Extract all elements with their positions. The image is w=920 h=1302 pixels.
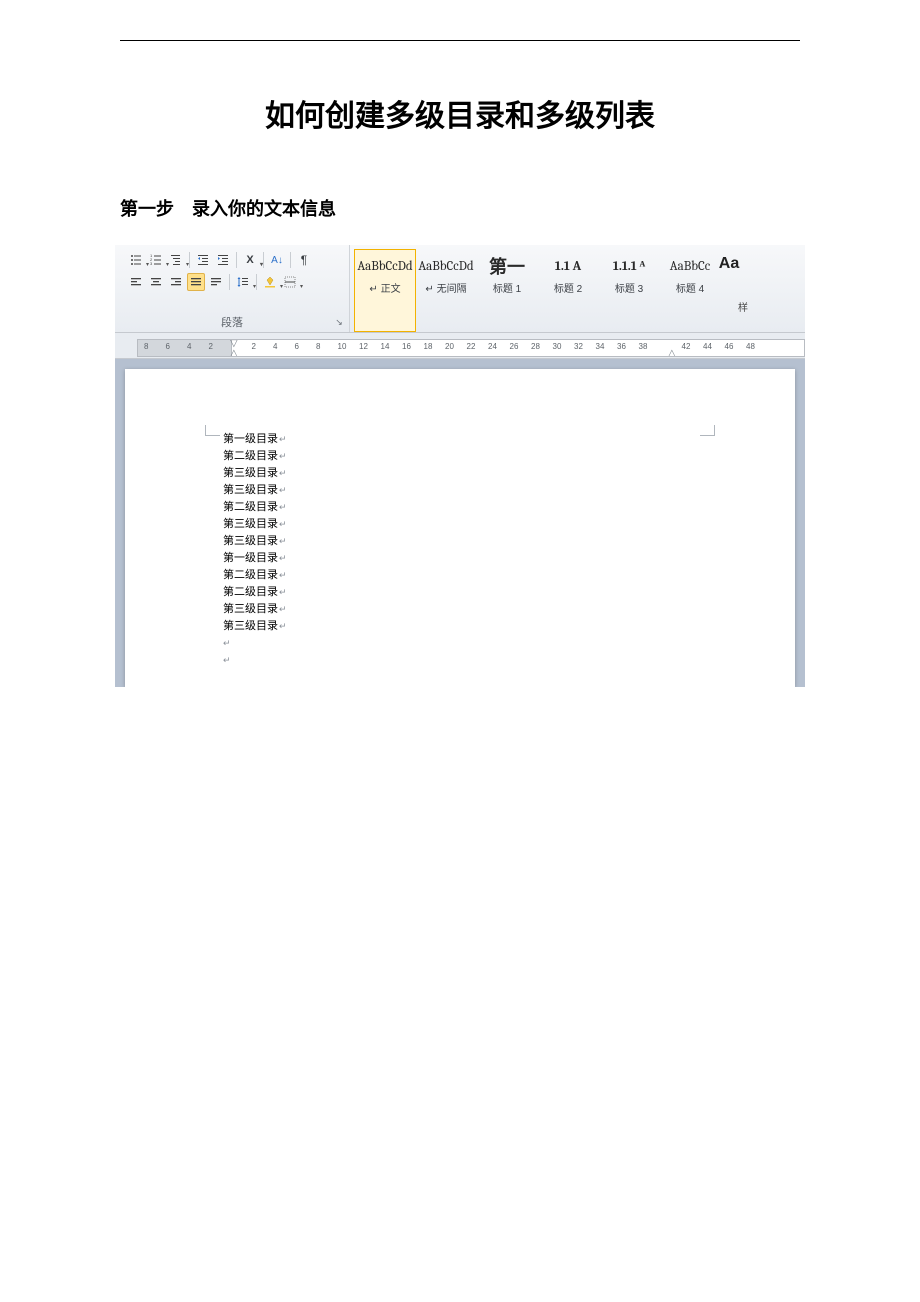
borders-icon[interactable] [281, 273, 299, 291]
doc-line[interactable]: 第三级目录 [223, 601, 795, 618]
style-preview: AaBbCcDd [355, 254, 415, 278]
style-label: 标题 2 [538, 280, 598, 295]
style-item-more[interactable]: Aa [720, 249, 738, 332]
ruler-tick: 44 [703, 342, 712, 351]
ruler-tick: 6 [295, 342, 299, 351]
ruler-tick: 6 [166, 342, 170, 351]
style-label: ↵ 正文 [355, 280, 415, 295]
ruler-tick: 4 [273, 342, 277, 351]
doc-empty-line[interactable] [223, 635, 795, 652]
bullets-icon[interactable] [127, 251, 145, 269]
align-center-icon[interactable] [147, 273, 165, 291]
doc-line[interactable]: 第二级目录 [223, 499, 795, 516]
step-heading: 第一步 录入你的文本信息 [120, 195, 800, 221]
ruler-tick: 12 [359, 342, 368, 351]
indent-increase-icon[interactable] [214, 251, 232, 269]
ruler-tick: 26 [510, 342, 519, 351]
page-top-rule [120, 40, 800, 41]
justify-icon[interactable] [187, 273, 205, 291]
align-right-icon[interactable] [167, 273, 185, 291]
ruler-tick: 30 [553, 342, 562, 351]
doc-line[interactable]: 第二级目录 [223, 448, 795, 465]
ruler-tick: 36 [617, 342, 626, 351]
style-preview: 1.1 A [538, 254, 598, 278]
ruler-tick: 2 [252, 342, 256, 351]
horizontal-ruler[interactable]: 8642246810121416182022242628303234363842… [137, 339, 805, 357]
styles-more-label: 样 [738, 249, 750, 332]
style-item-3[interactable]: 1.1 A 标题 2 [537, 249, 599, 332]
ruler-tick: 42 [682, 342, 691, 351]
doc-line[interactable]: 第三级目录 [223, 465, 795, 482]
ruler-area: 8642246810121416182022242628303234363842… [115, 333, 805, 359]
ruler-tick: 16 [402, 342, 411, 351]
sort-icon[interactable]: A↓ [268, 251, 286, 269]
doc-line[interactable]: 第二级目录 [223, 567, 795, 584]
doc-line[interactable]: 第三级目录 [223, 533, 795, 550]
ruler-tick: 34 [596, 342, 605, 351]
ruler-tick: 24 [488, 342, 497, 351]
doc-empty-line[interactable] [223, 652, 795, 669]
style-item-4[interactable]: 1.1.1 ᴬ 标题 3 [598, 249, 660, 332]
ruler-tick: 28 [531, 342, 540, 351]
style-label: 标题 1 [477, 280, 537, 295]
style-item-2[interactable]: 第一标题 1 [476, 249, 538, 332]
pilcrow-icon[interactable]: ¶ [295, 251, 313, 269]
ribbon: 123 X A↓ ¶ [115, 245, 805, 333]
numbering-icon[interactable]: 123 [147, 251, 165, 269]
right-indent-marker[interactable]: △ [668, 348, 676, 357]
ruler-tick: 8 [316, 342, 320, 351]
style-item-0[interactable]: AaBbCcDd ↵ 正文 [354, 249, 416, 332]
svg-text:3: 3 [150, 261, 153, 266]
ruler-tick: 8 [144, 342, 148, 351]
doc-line[interactable]: 第三级目录 [223, 618, 795, 635]
style-preview: AaBbCc [660, 254, 720, 278]
paragraph-group-label: 段落 [115, 314, 349, 330]
paragraph-row-1: 123 X A↓ ¶ [121, 251, 345, 269]
doc-line[interactable]: 第三级目录 [223, 482, 795, 499]
ribbon-group-paragraph: 123 X A↓ ¶ [115, 245, 350, 332]
ruler-tick: 46 [725, 342, 734, 351]
doc-line[interactable]: 第一级目录 [223, 550, 795, 567]
style-label: 标题 4 [660, 280, 720, 295]
style-item-1[interactable]: AaBbCcDd ↵ 无间隔 [415, 249, 477, 332]
ruler-tick: 14 [381, 342, 390, 351]
ruler-tick: 20 [445, 342, 454, 351]
doc-line[interactable]: 第一级目录 [223, 431, 795, 448]
ruler-tick: 32 [574, 342, 583, 351]
ruler-tick: 18 [424, 342, 433, 351]
style-label: ↵ 无间隔 [416, 280, 476, 295]
align-left-icon[interactable] [127, 273, 145, 291]
dialog-launcher-icon[interactable]: ↘ [333, 316, 345, 328]
ruler-tick: 48 [746, 342, 755, 351]
document-workspace: 第一级目录第二级目录第三级目录第三级目录第二级目录第三级目录第三级目录第一级目录… [115, 359, 805, 687]
hanging-indent-marker[interactable]: △ [230, 348, 238, 357]
doc-line[interactable]: 第二级目录 [223, 584, 795, 601]
shading-icon[interactable] [261, 273, 279, 291]
indent-decrease-icon[interactable] [194, 251, 212, 269]
paragraph-row-2 [121, 273, 345, 291]
style-label: 标题 3 [599, 280, 659, 295]
style-preview: 第一 [477, 254, 537, 278]
ruler-tick: 22 [467, 342, 476, 351]
ruler-tick: 4 [187, 342, 191, 351]
ribbon-group-styles: AaBbCcDd↵ 正文AaBbCcDd↵ 无间隔第一标题 11.1 A标题 2… [350, 245, 805, 332]
ruler-tick: 38 [639, 342, 648, 351]
style-preview: AaBbCcDd [416, 254, 476, 278]
style-item-5[interactable]: AaBbCc 标题 4 [659, 249, 721, 332]
asian-layout-icon[interactable]: X [241, 251, 259, 269]
document-title: 如何创建多级目录和多级列表 [120, 91, 800, 135]
line-spacing-icon[interactable] [234, 273, 252, 291]
word-screenshot: 123 X A↓ ¶ [115, 245, 805, 687]
multilevel-icon[interactable] [167, 251, 185, 269]
ruler-tick: 2 [209, 342, 213, 351]
style-preview: 1.1.1 ᴬ [599, 254, 659, 278]
document-page[interactable]: 第一级目录第二级目录第三级目录第三级目录第二级目录第三级目录第三级目录第一级目录… [125, 369, 795, 687]
distribute-icon[interactable] [207, 273, 225, 291]
doc-line[interactable]: 第三级目录 [223, 516, 795, 533]
ruler-tick: 10 [338, 342, 347, 351]
